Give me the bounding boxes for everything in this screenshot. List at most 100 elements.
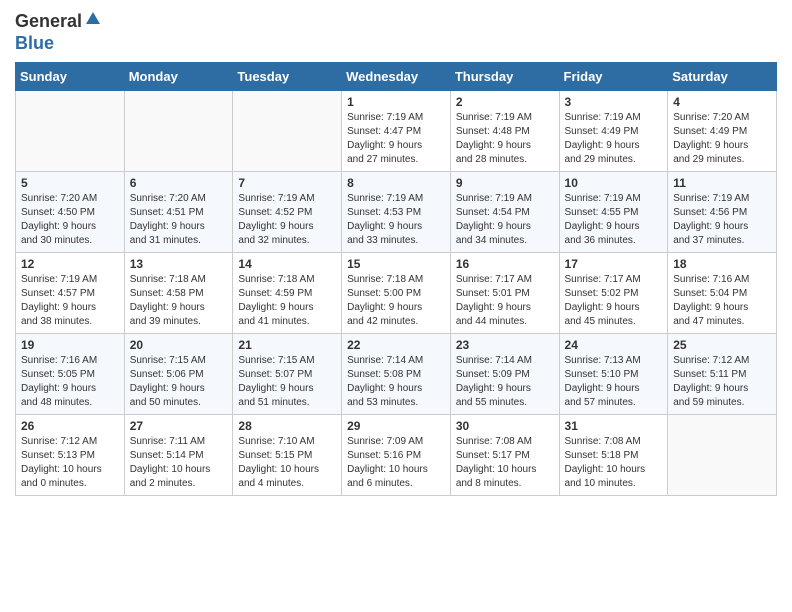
day-number: 22 bbox=[347, 338, 445, 352]
day-number: 27 bbox=[130, 419, 228, 433]
day-info: Sunrise: 7:19 AM Sunset: 4:54 PM Dayligh… bbox=[456, 192, 554, 248]
day-info: Sunrise: 7:20 AM Sunset: 4:51 PM Dayligh… bbox=[130, 192, 228, 248]
day-info: Sunrise: 7:19 AM Sunset: 4:49 PM Dayligh… bbox=[565, 111, 663, 167]
day-number: 21 bbox=[238, 338, 336, 352]
logo-general-text: General bbox=[15, 11, 82, 32]
day-info: Sunrise: 7:19 AM Sunset: 4:48 PM Dayligh… bbox=[456, 111, 554, 167]
day-number: 20 bbox=[130, 338, 228, 352]
day-info: Sunrise: 7:09 AM Sunset: 5:16 PM Dayligh… bbox=[347, 435, 445, 491]
day-number: 4 bbox=[673, 95, 771, 109]
logo-flag-icon bbox=[84, 10, 102, 33]
day-info: Sunrise: 7:19 AM Sunset: 4:57 PM Dayligh… bbox=[21, 273, 119, 329]
day-number: 11 bbox=[673, 176, 771, 190]
day-number: 1 bbox=[347, 95, 445, 109]
day-number: 19 bbox=[21, 338, 119, 352]
day-number: 10 bbox=[565, 176, 663, 190]
day-info: Sunrise: 7:19 AM Sunset: 4:53 PM Dayligh… bbox=[347, 192, 445, 248]
calendar-cell: 31Sunrise: 7:08 AM Sunset: 5:18 PM Dayli… bbox=[559, 415, 668, 496]
day-number: 13 bbox=[130, 257, 228, 271]
day-number: 31 bbox=[565, 419, 663, 433]
calendar-cell: 6 Sunrise: 7:20 AM Sunset: 4:51 PM Daylig… bbox=[124, 172, 233, 253]
calendar-cell: 19 Sunrise: 7:16 AM Sunset: 5:05 PM Dayli… bbox=[16, 334, 125, 415]
day-info: Sunrise: 7:14 AM Sunset: 5:09 PM Dayligh… bbox=[456, 354, 554, 410]
day-of-week-header: Tuesday bbox=[233, 63, 342, 91]
day-number: 8 bbox=[347, 176, 445, 190]
day-info: Sunrise: 7:17 AM Sunset: 5:01 PM Dayligh… bbox=[456, 273, 554, 329]
calendar-week-row: 26 Sunrise: 7:12 AM Sunset: 5:13 PM Dayli… bbox=[16, 415, 777, 496]
calendar-cell: 14Sunrise: 7:18 AM Sunset: 4:59 PM Dayli… bbox=[233, 253, 342, 334]
calendar-cell: 3 Sunrise: 7:19 AM Sunset: 4:49 PM Daylig… bbox=[559, 91, 668, 172]
day-number: 15 bbox=[347, 257, 445, 271]
day-info: Sunrise: 7:19 AM Sunset: 4:56 PM Dayligh… bbox=[673, 192, 771, 248]
calendar-cell: 30 Sunrise: 7:08 AM Sunset: 5:17 PM Dayli… bbox=[450, 415, 559, 496]
day-number: 17 bbox=[565, 257, 663, 271]
calendar-cell: 2 Sunrise: 7:19 AM Sunset: 4:48 PM Daylig… bbox=[450, 91, 559, 172]
calendar-week-row: 1 Sunrise: 7:19 AM Sunset: 4:47 PM Daylig… bbox=[16, 91, 777, 172]
day-number: 25 bbox=[673, 338, 771, 352]
day-info: Sunrise: 7:17 AM Sunset: 5:02 PM Dayligh… bbox=[565, 273, 663, 329]
day-number: 16 bbox=[456, 257, 554, 271]
day-number: 18 bbox=[673, 257, 771, 271]
calendar-cell: 12Sunrise: 7:19 AM Sunset: 4:57 PM Dayli… bbox=[16, 253, 125, 334]
day-of-week-header: Thursday bbox=[450, 63, 559, 91]
calendar-table: SundayMondayTuesdayWednesdayThursdayFrid… bbox=[15, 62, 777, 496]
day-number: 29 bbox=[347, 419, 445, 433]
day-number: 28 bbox=[238, 419, 336, 433]
calendar-cell: 21 Sunrise: 7:15 AM Sunset: 5:07 PM Dayli… bbox=[233, 334, 342, 415]
day-info: Sunrise: 7:16 AM Sunset: 5:04 PM Dayligh… bbox=[673, 273, 771, 329]
day-info: Sunrise: 7:19 AM Sunset: 4:55 PM Dayligh… bbox=[565, 192, 663, 248]
day-of-week-header: Monday bbox=[124, 63, 233, 91]
day-number: 23 bbox=[456, 338, 554, 352]
day-number: 2 bbox=[456, 95, 554, 109]
day-number: 24 bbox=[565, 338, 663, 352]
calendar-cell: 17 Sunrise: 7:17 AM Sunset: 5:02 PM Dayli… bbox=[559, 253, 668, 334]
day-of-week-header: Friday bbox=[559, 63, 668, 91]
calendar-cell: 28 Sunrise: 7:10 AM Sunset: 5:15 PM Dayli… bbox=[233, 415, 342, 496]
calendar-cell: 9 Sunrise: 7:19 AM Sunset: 4:54 PM Daylig… bbox=[450, 172, 559, 253]
day-of-week-header: Saturday bbox=[668, 63, 777, 91]
day-info: Sunrise: 7:18 AM Sunset: 4:59 PM Dayligh… bbox=[238, 273, 336, 329]
day-number: 3 bbox=[565, 95, 663, 109]
calendar-cell: 23 Sunrise: 7:14 AM Sunset: 5:09 PM Dayli… bbox=[450, 334, 559, 415]
calendar-cell: 11 Sunrise: 7:19 AM Sunset: 4:56 PM Dayli… bbox=[668, 172, 777, 253]
calendar-header-row: SundayMondayTuesdayWednesdayThursdayFrid… bbox=[16, 63, 777, 91]
day-info: Sunrise: 7:20 AM Sunset: 4:50 PM Dayligh… bbox=[21, 192, 119, 248]
day-number: 6 bbox=[130, 176, 228, 190]
calendar-cell: 25 Sunrise: 7:12 AM Sunset: 5:11 PM Dayli… bbox=[668, 334, 777, 415]
calendar-cell: 8 Sunrise: 7:19 AM Sunset: 4:53 PM Daylig… bbox=[342, 172, 451, 253]
calendar-cell: 13Sunrise: 7:18 AM Sunset: 4:58 PM Dayli… bbox=[124, 253, 233, 334]
calendar-cell bbox=[16, 91, 125, 172]
page-header: General Blue bbox=[15, 10, 777, 54]
calendar-cell: 16 Sunrise: 7:17 AM Sunset: 5:01 PM Dayli… bbox=[450, 253, 559, 334]
day-number: 30 bbox=[456, 419, 554, 433]
calendar-cell: 24 Sunrise: 7:13 AM Sunset: 5:10 PM Dayli… bbox=[559, 334, 668, 415]
day-info: Sunrise: 7:15 AM Sunset: 5:07 PM Dayligh… bbox=[238, 354, 336, 410]
calendar-cell: 4Sunrise: 7:20 AM Sunset: 4:49 PM Daylig… bbox=[668, 91, 777, 172]
logo-blue-text: Blue bbox=[15, 33, 54, 53]
calendar-cell: 10 Sunrise: 7:19 AM Sunset: 4:55 PM Dayli… bbox=[559, 172, 668, 253]
calendar-cell: 7Sunrise: 7:19 AM Sunset: 4:52 PM Daylig… bbox=[233, 172, 342, 253]
day-info: Sunrise: 7:14 AM Sunset: 5:08 PM Dayligh… bbox=[347, 354, 445, 410]
day-number: 9 bbox=[456, 176, 554, 190]
day-info: Sunrise: 7:12 AM Sunset: 5:11 PM Dayligh… bbox=[673, 354, 771, 410]
day-info: Sunrise: 7:13 AM Sunset: 5:10 PM Dayligh… bbox=[565, 354, 663, 410]
calendar-cell bbox=[233, 91, 342, 172]
day-info: Sunrise: 7:10 AM Sunset: 5:15 PM Dayligh… bbox=[238, 435, 336, 491]
day-number: 5 bbox=[21, 176, 119, 190]
calendar-cell: 18 Sunrise: 7:16 AM Sunset: 5:04 PM Dayli… bbox=[668, 253, 777, 334]
day-of-week-header: Sunday bbox=[16, 63, 125, 91]
calendar-week-row: 12Sunrise: 7:19 AM Sunset: 4:57 PM Dayli… bbox=[16, 253, 777, 334]
calendar-cell: 27 Sunrise: 7:11 AM Sunset: 5:14 PM Dayli… bbox=[124, 415, 233, 496]
day-info: Sunrise: 7:08 AM Sunset: 5:17 PM Dayligh… bbox=[456, 435, 554, 491]
day-info: Sunrise: 7:15 AM Sunset: 5:06 PM Dayligh… bbox=[130, 354, 228, 410]
day-info: Sunrise: 7:19 AM Sunset: 4:47 PM Dayligh… bbox=[347, 111, 445, 167]
day-info: Sunrise: 7:18 AM Sunset: 5:00 PM Dayligh… bbox=[347, 273, 445, 329]
day-info: Sunrise: 7:11 AM Sunset: 5:14 PM Dayligh… bbox=[130, 435, 228, 491]
calendar-cell bbox=[668, 415, 777, 496]
calendar-cell: 15 Sunrise: 7:18 AM Sunset: 5:00 PM Dayli… bbox=[342, 253, 451, 334]
logo: General Blue bbox=[15, 10, 102, 54]
day-info: Sunrise: 7:16 AM Sunset: 5:05 PM Dayligh… bbox=[21, 354, 119, 410]
day-number: 26 bbox=[21, 419, 119, 433]
day-info: Sunrise: 7:12 AM Sunset: 5:13 PM Dayligh… bbox=[21, 435, 119, 491]
day-number: 7 bbox=[238, 176, 336, 190]
